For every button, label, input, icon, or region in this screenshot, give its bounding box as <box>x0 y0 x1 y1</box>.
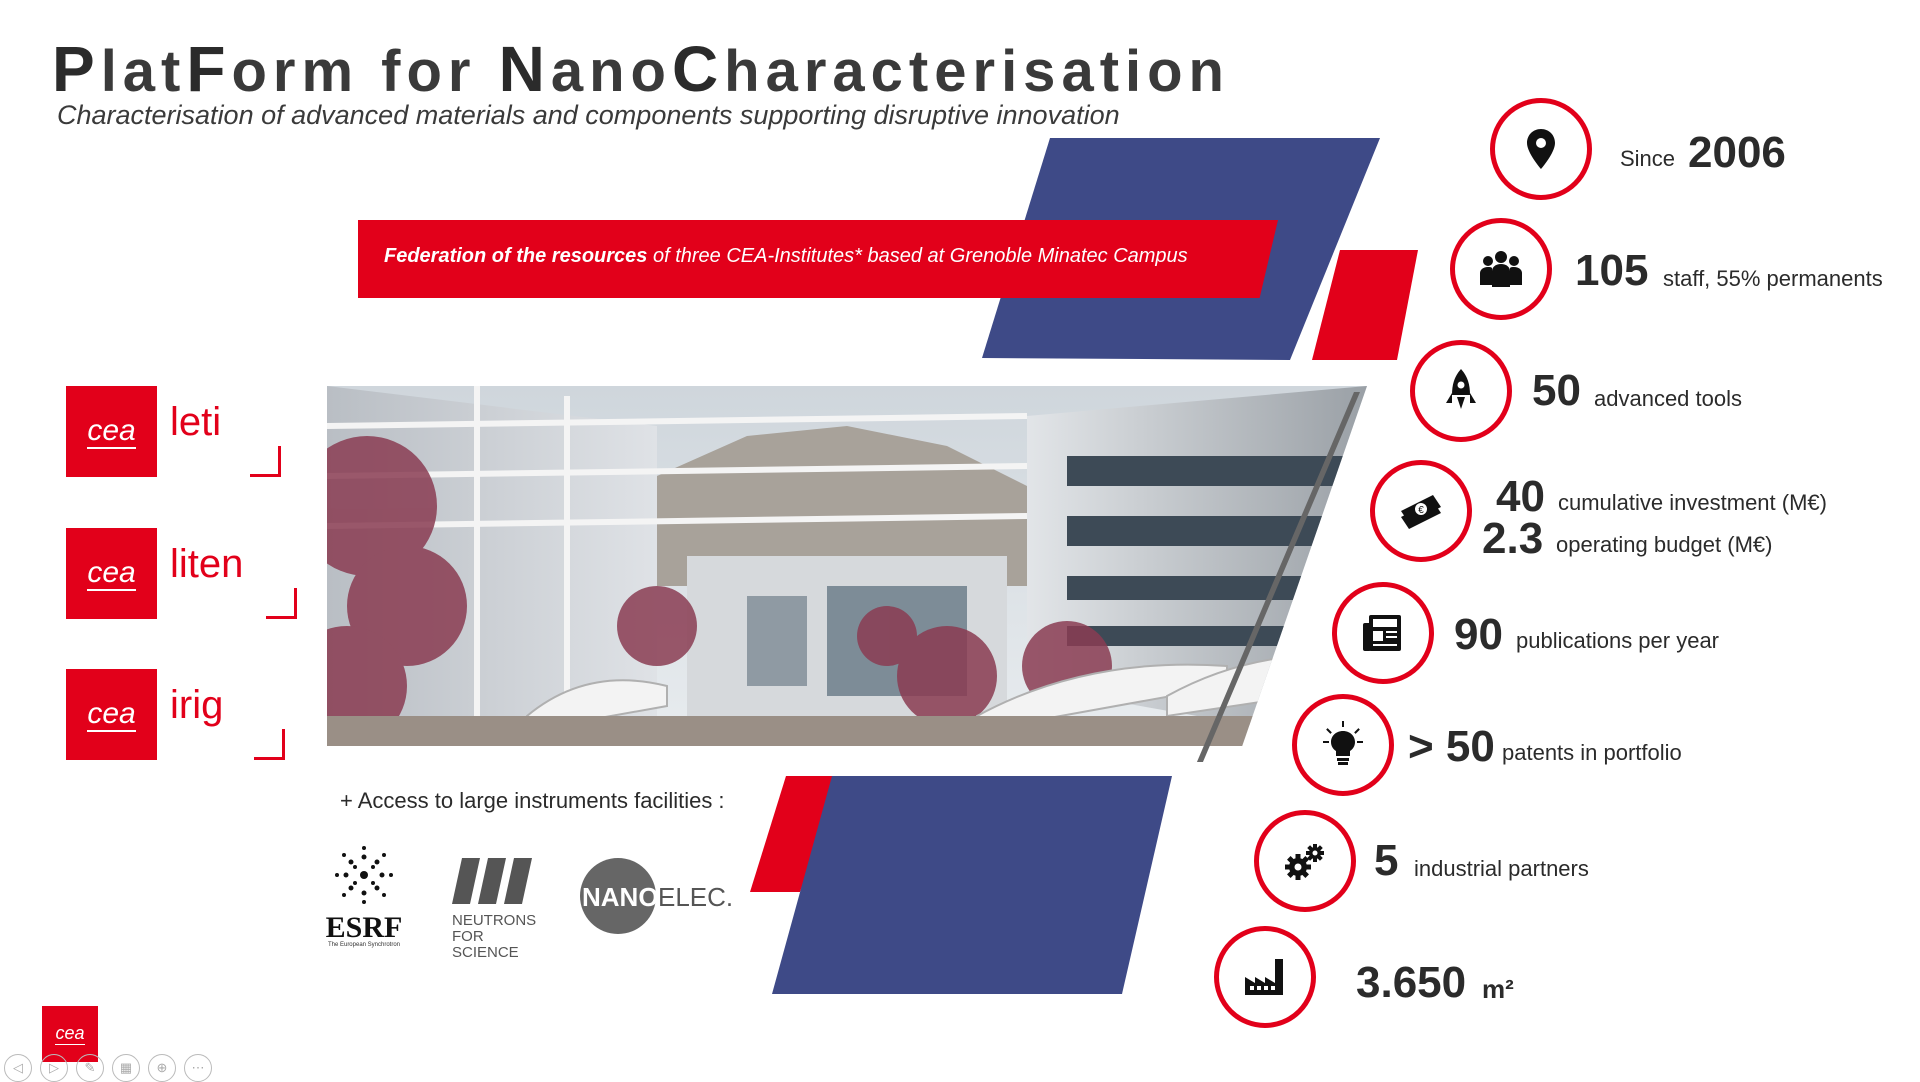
cea-logo: cea <box>66 669 157 760</box>
ill-tagline: FOR SCIENCE <box>452 928 519 961</box>
esrf-logo: ESRF The European Synchrotron <box>322 845 406 948</box>
stat-area-unit: m² <box>1482 974 1514 1004</box>
stat-since-value: 2006 <box>1688 128 1786 177</box>
rocket-icon <box>1410 340 1512 442</box>
money-euro-icon: € <box>1370 460 1472 562</box>
stat-investment-label: cumulative investment (M€) <box>1558 490 1827 515</box>
previous-slide-icon[interactable]: ◁ <box>4 1054 32 1082</box>
slides-grid-icon[interactable]: ▦ <box>112 1054 140 1082</box>
stat-budget-value: 2.3 <box>1482 514 1544 563</box>
federation-text: Federation of the resources of three CEA… <box>384 245 1188 268</box>
slide-nav-toolbar: ◁ ▷ ✎ ▦ ⊕ ⋯ <box>4 1054 212 1082</box>
stat-patents-value: > 50 <box>1408 722 1495 771</box>
esrf-tagline: The European Synchrotron <box>327 942 401 948</box>
cea-logo-text: cea <box>87 556 136 591</box>
ill-mark-icon <box>452 858 532 904</box>
esrf-sunburst-icon <box>335 846 393 904</box>
cea-logo: cea <box>66 386 157 477</box>
federation-text-rest: of three CEA-Institutes* based at Grenob… <box>647 245 1188 267</box>
campus-photo <box>327 386 1367 746</box>
stat-tools-value: 50 <box>1532 366 1581 415</box>
ill-logo: NEUTRONS FOR SCIENCE <box>452 858 542 961</box>
zoom-icon[interactable]: ⊕ <box>148 1054 176 1082</box>
stat-since-label: Since <box>1620 146 1676 171</box>
next-slide-icon[interactable]: ▷ <box>40 1054 68 1082</box>
people-group-icon <box>1450 218 1552 320</box>
institute-name: liten <box>170 542 244 586</box>
stat-publications-value: 90 <box>1454 610 1503 659</box>
institute-leti: cea leti <box>66 386 296 478</box>
institute-name: irig <box>170 683 224 727</box>
stat-staff-label: staff, 55% permanents <box>1663 266 1883 291</box>
corner-mark <box>266 588 297 619</box>
stat-partners-label: industrial partners <box>1414 856 1589 881</box>
access-label: + Access to large instruments facilities… <box>340 788 725 813</box>
nanoelec-logo: NANO ELEC. <box>580 858 740 938</box>
stat-publications-label: publications per year <box>1516 628 1720 653</box>
more-options-icon[interactable]: ⋯ <box>184 1054 212 1082</box>
factory-icon <box>1214 926 1316 1028</box>
stat-patents-label: patents in portfolio <box>1502 740 1682 765</box>
corner-mark <box>250 446 281 477</box>
light-bulb-icon <box>1292 694 1394 796</box>
institute-name: leti <box>170 400 222 444</box>
stat-partners-value: 5 <box>1374 836 1399 885</box>
stat-tools-label: advanced tools <box>1594 386 1742 411</box>
cea-logo-text: cea <box>87 414 136 449</box>
gears-icon <box>1254 810 1356 912</box>
stat-staff-value: 105 <box>1575 246 1649 295</box>
institute-irig: cea irig <box>66 669 296 761</box>
nanoelec-name-a: NANO <box>582 882 659 912</box>
stat-budget-label: operating budget (M€) <box>1556 532 1773 557</box>
navy-parallelogram-bottom <box>772 776 1172 994</box>
cea-logo-text: cea <box>87 697 136 732</box>
stat-area-value: 3.650 <box>1356 958 1467 1007</box>
esrf-name: ESRF <box>325 911 403 944</box>
cea-footer-logo-text: cea <box>55 1023 85 1045</box>
svg-text:€: € <box>1418 505 1424 516</box>
federation-text-bold: Federation of the resources <box>384 245 648 267</box>
cea-logo: cea <box>66 528 157 619</box>
ill-name: NEUTRONS <box>452 912 537 929</box>
nanoelec-name-b: ELEC. <box>658 882 734 912</box>
corner-mark <box>254 729 285 760</box>
institute-liten: cea liten <box>66 528 297 620</box>
newspaper-icon <box>1332 582 1434 684</box>
pen-icon[interactable]: ✎ <box>76 1054 104 1082</box>
location-pin-icon <box>1490 98 1592 200</box>
